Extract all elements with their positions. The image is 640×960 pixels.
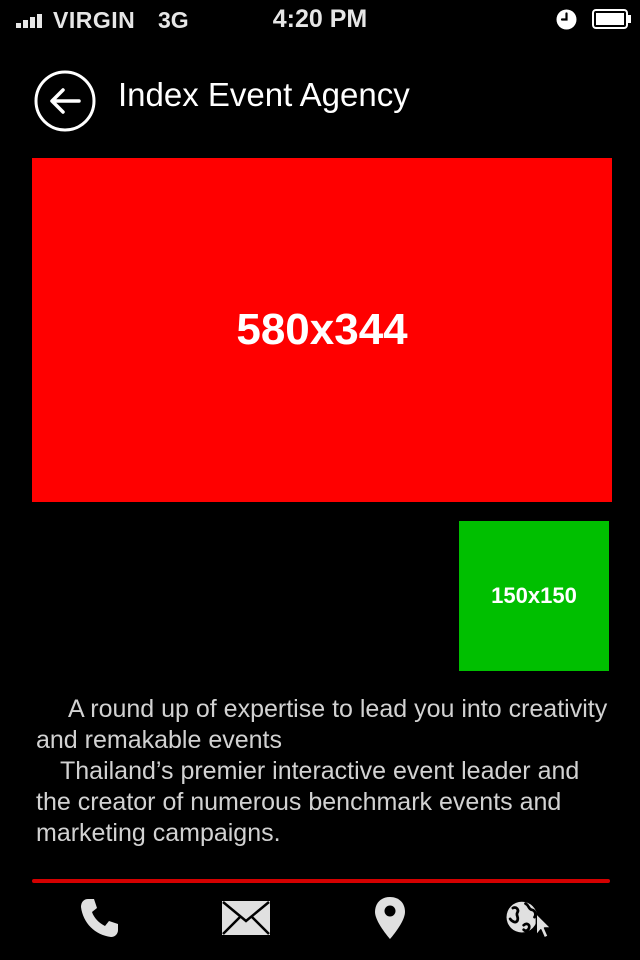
back-arrow-icon (34, 70, 96, 132)
call-button[interactable] (72, 893, 128, 943)
hero-image-placeholder: 580x344 (32, 158, 612, 502)
toolbar-divider (32, 879, 610, 883)
back-button[interactable] (34, 70, 96, 132)
mail-icon (222, 901, 270, 935)
page-title: Index Event Agency (118, 76, 410, 113)
map-pin-icon (375, 897, 405, 939)
web-icon (506, 901, 552, 939)
description-paragraph: Thailand’s premier interactive event lea… (36, 757, 580, 847)
location-button[interactable] (362, 893, 418, 943)
description-paragraph: A round up of expertise to lead you into… (36, 695, 608, 754)
description-text: A round up of expertise to lead you into… (36, 694, 616, 849)
website-button[interactable] (502, 893, 558, 943)
hero-size-label: 580x344 (236, 305, 408, 354)
thumbnail-image-placeholder[interactable]: 150x150 (459, 521, 609, 671)
alarm-icon (556, 9, 577, 30)
battery-icon (592, 9, 631, 29)
email-button[interactable] (218, 893, 274, 943)
phone-icon (81, 899, 118, 937)
status-bar: VIRGIN 3G 4:20 PM (0, 0, 640, 40)
status-time: 4:20 PM (272, 5, 368, 33)
thumbnail-size-label: 150x150 (491, 583, 577, 608)
